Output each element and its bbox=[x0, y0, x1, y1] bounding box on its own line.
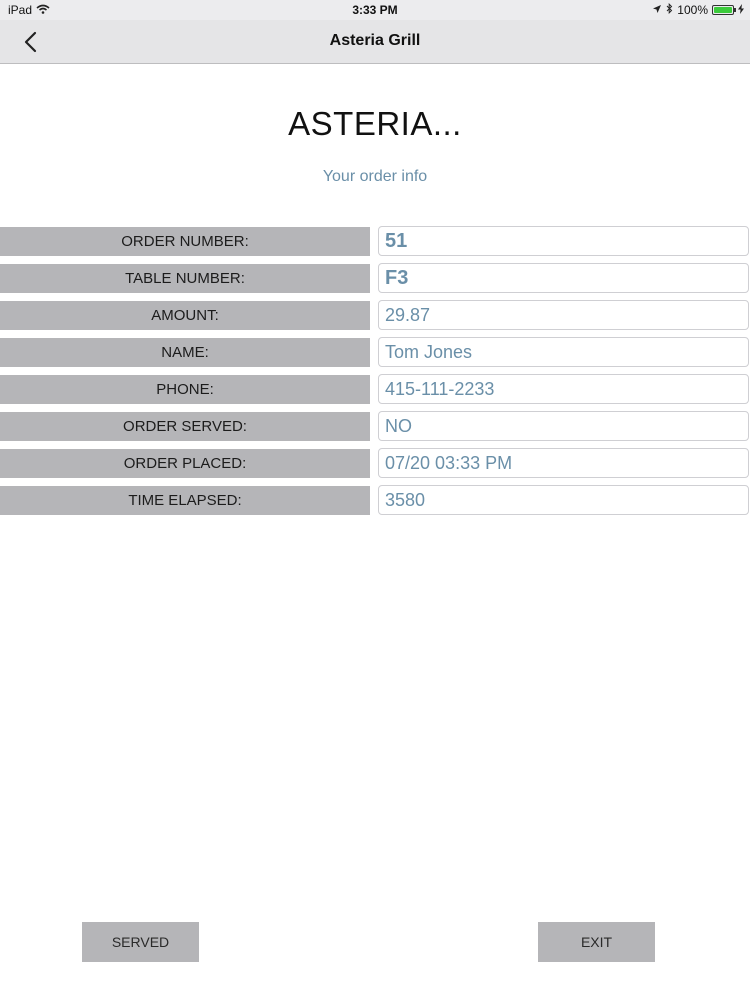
order-served-label: ORDER SERVED: bbox=[0, 412, 370, 441]
order-served-row: ORDER SERVED: NO bbox=[0, 411, 750, 448]
name-row: NAME: Tom Jones bbox=[0, 337, 750, 374]
table-number-row: TABLE NUMBER: F3 bbox=[0, 263, 750, 300]
time-elapsed-field[interactable]: 3580 bbox=[378, 485, 749, 515]
order-number-label: ORDER NUMBER: bbox=[0, 227, 370, 256]
order-number-field[interactable]: 51 bbox=[378, 226, 749, 256]
amount-label: AMOUNT: bbox=[0, 301, 370, 330]
status-bar: iPad 3:33 PM 100% bbox=[0, 0, 750, 20]
charging-icon bbox=[738, 3, 744, 17]
served-button[interactable]: SERVED bbox=[82, 922, 199, 962]
battery-icon bbox=[712, 5, 736, 15]
page-title: ASTERIA... bbox=[288, 105, 462, 142]
name-label: NAME: bbox=[0, 338, 370, 367]
table-number-field[interactable]: F3 bbox=[378, 263, 749, 293]
order-served-field[interactable]: NO bbox=[378, 411, 749, 441]
order-placed-row: ORDER PLACED: 07/20 03:33 PM bbox=[0, 448, 750, 485]
nav-title: Asteria Grill bbox=[329, 32, 421, 49]
order-number-row: ORDER NUMBER: 51 bbox=[0, 226, 750, 263]
name-field[interactable]: Tom Jones bbox=[378, 337, 749, 367]
phone-label: PHONE: bbox=[0, 375, 370, 404]
phone-field[interactable]: 415-111-2233 bbox=[378, 374, 749, 404]
amount-row: AMOUNT: 29.87 bbox=[0, 300, 750, 337]
battery-percent: 100% bbox=[677, 3, 708, 17]
page-subtitle: Your order info bbox=[322, 168, 428, 185]
exit-button[interactable]: EXIT bbox=[538, 922, 655, 962]
order-placed-label: ORDER PLACED: bbox=[0, 449, 370, 478]
amount-field[interactable]: 29.87 bbox=[378, 300, 749, 330]
time-elapsed-row: TIME ELAPSED: 3580 bbox=[0, 485, 750, 522]
order-placed-field[interactable]: 07/20 03:33 PM bbox=[378, 448, 749, 478]
bluetooth-icon bbox=[666, 2, 673, 17]
order-info-table: ORDER NUMBER: 51 TABLE NUMBER: F3 AMOUNT… bbox=[0, 226, 750, 522]
table-number-label: TABLE NUMBER: bbox=[0, 264, 370, 293]
phone-row: PHONE: 415-111-2233 bbox=[0, 374, 750, 411]
time-elapsed-label: TIME ELAPSED: bbox=[0, 486, 370, 515]
navigation-bar: Asteria Grill bbox=[0, 20, 750, 64]
location-arrow-icon bbox=[652, 3, 662, 17]
status-time: 3:33 PM bbox=[352, 3, 398, 17]
status-right: 100% bbox=[652, 2, 744, 17]
